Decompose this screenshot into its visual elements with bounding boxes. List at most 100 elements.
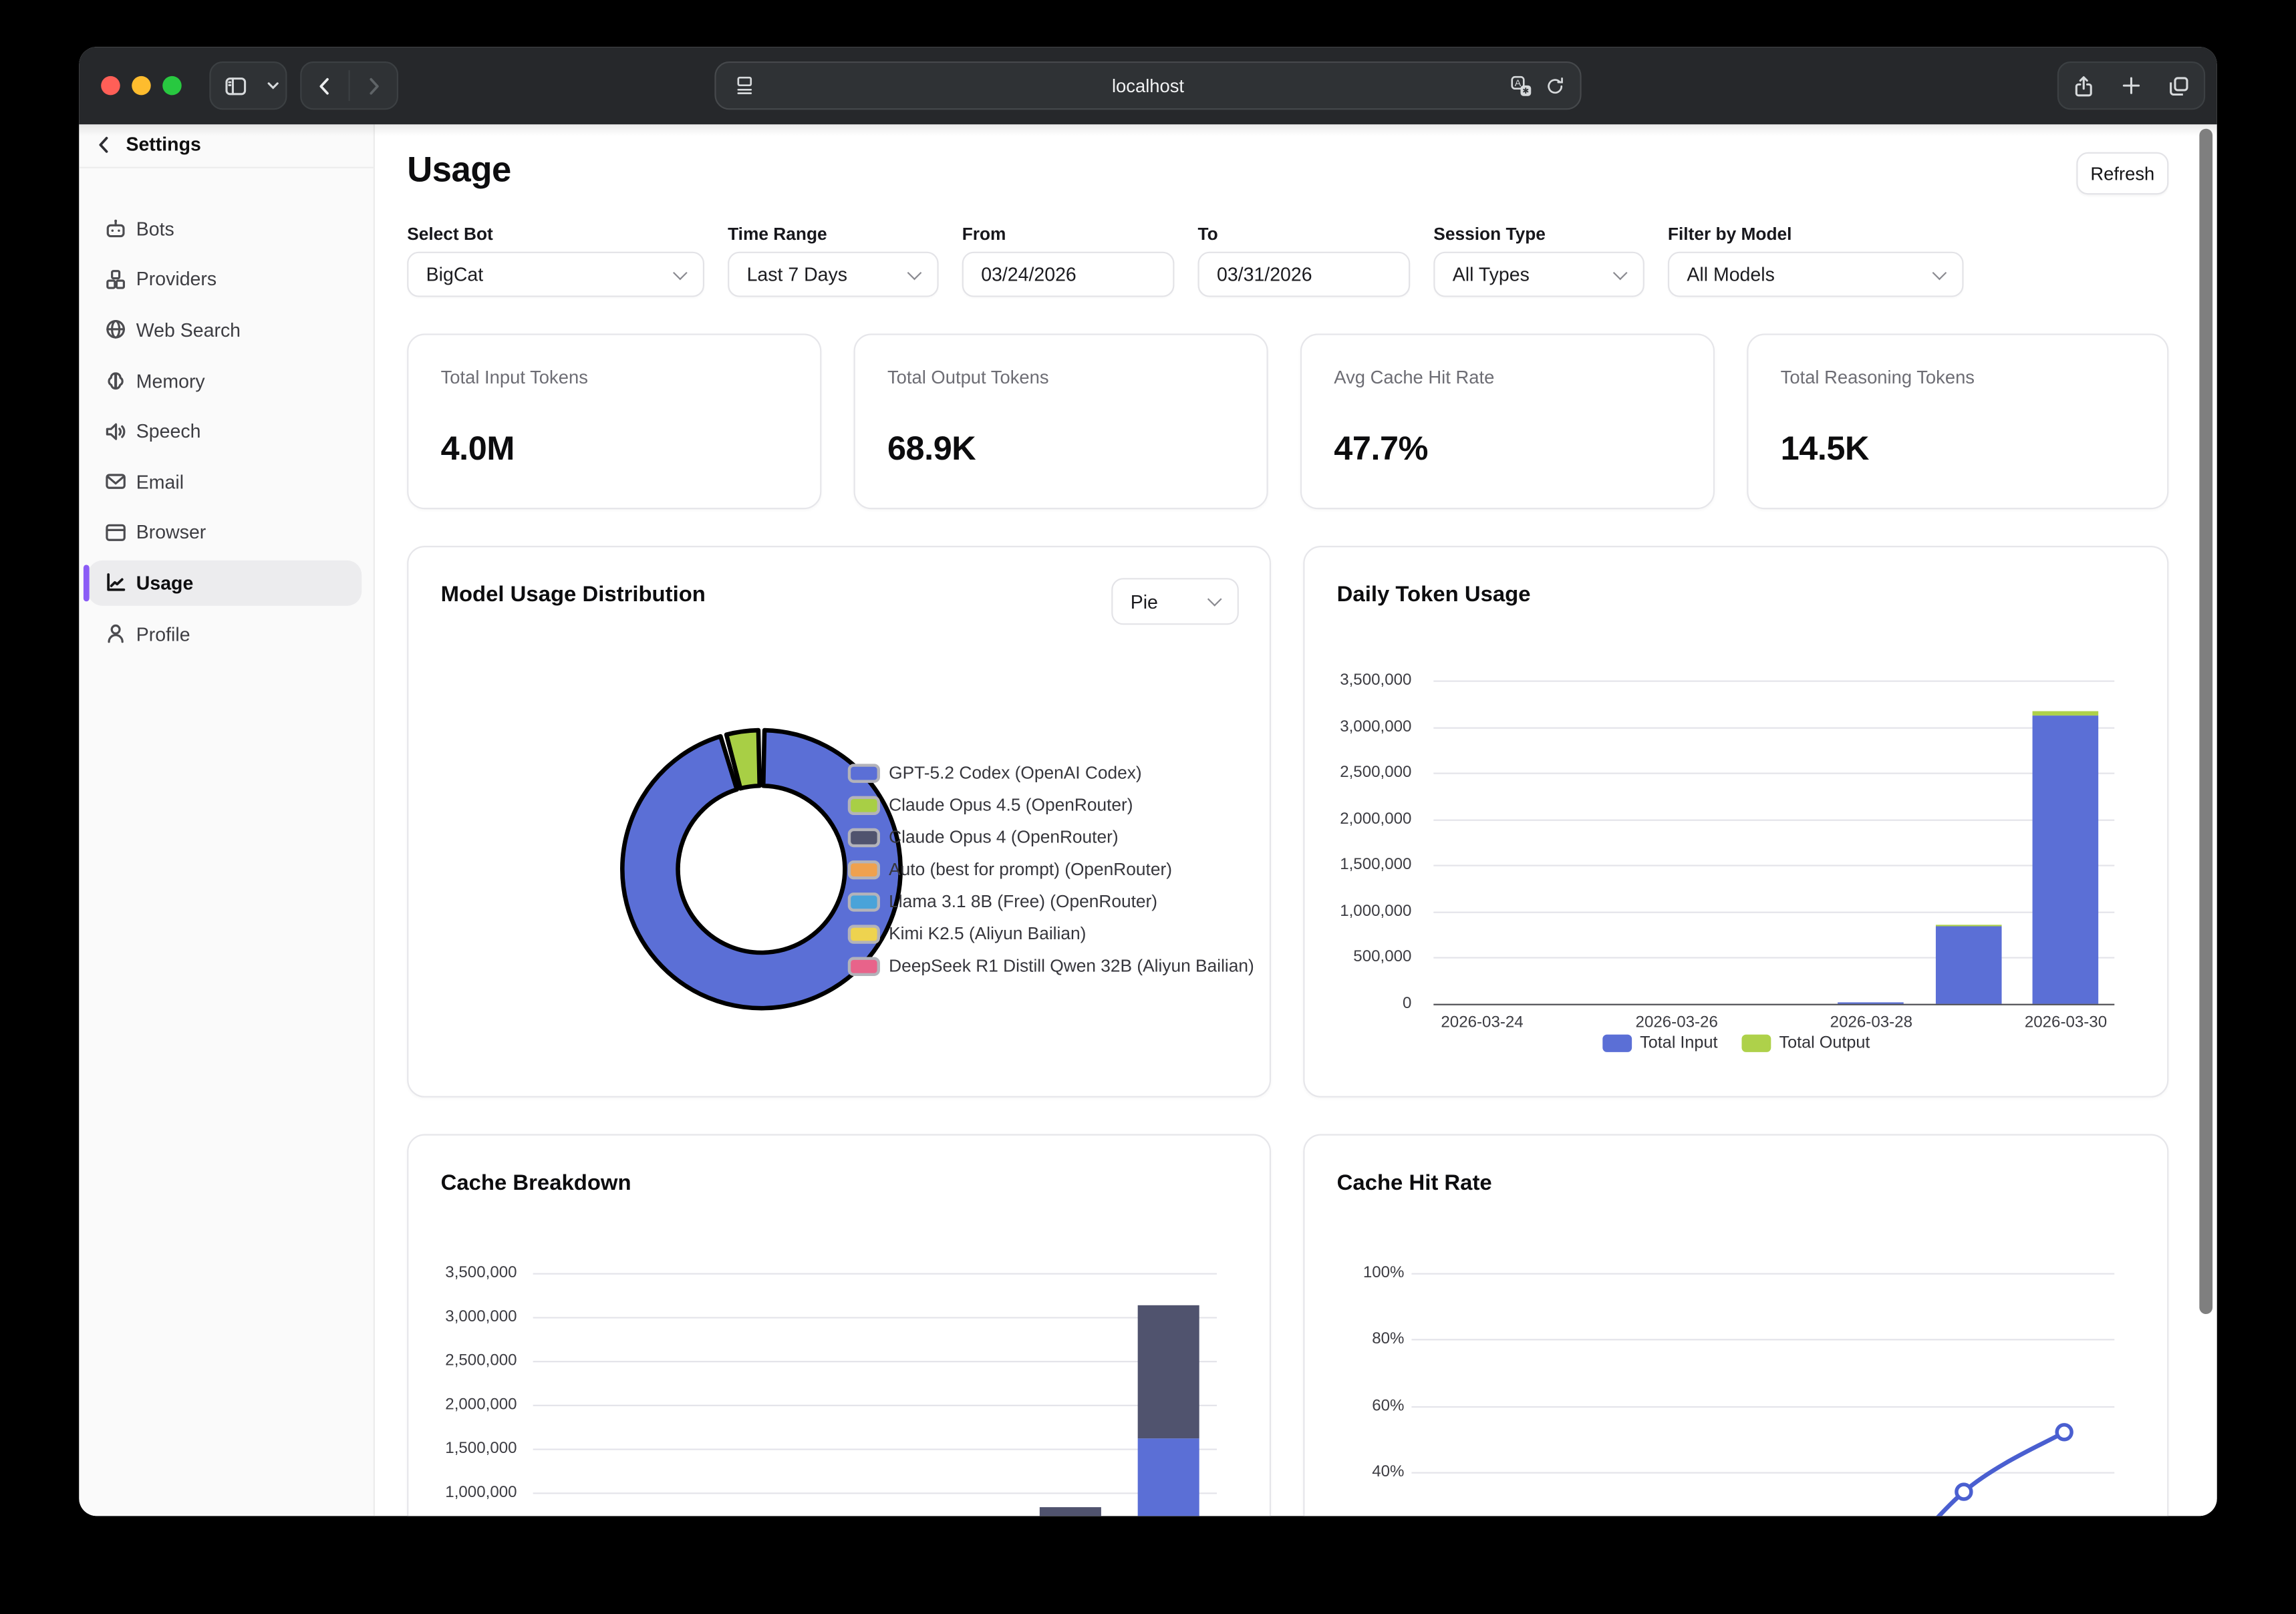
translate-button[interactable]: A ✱ [1503,63,1539,108]
stat-label: Total Reasoning Tokens [1781,367,1975,388]
y-tick-label: 40% [1304,1463,1404,1480]
filter-label: To [1198,224,1411,245]
to-input[interactable]: 03/31/2026 [1198,252,1411,297]
share-icon [2072,74,2096,98]
legend-item-total-output[interactable]: Total Output [1741,1035,1870,1052]
chart-type-value: Pie [1131,591,1158,613]
filter-value: 03/24/2026 [981,263,1077,285]
pie-legend-item-6[interactable]: DeepSeek R1 Distill Qwen 32B (Aliyun Bai… [848,955,1254,976]
y-tick-label: 2,000,000 [1304,810,1411,828]
stat-card-total-reasoning-tokens: Total Reasoning Tokens14.5K [1747,333,2168,509]
sidebar-item-browser[interactable]: Browser [79,507,373,558]
sidebar-item-label: Bots [136,218,174,240]
chart-legend: Total Input Total Output [1602,1035,1870,1052]
data-point-marker [1957,1484,1971,1499]
url-text: localhost [716,63,1580,108]
chart-title: Model Usage Distribution [441,583,706,607]
legend-item-total-input[interactable]: Total Input [1602,1035,1717,1052]
back-button[interactable] [301,63,348,108]
filter-to: To 03/31/2026 [1198,224,1411,297]
y-tick-label: 2,500,000 [1304,764,1411,782]
bots-icon [104,217,128,240]
filter-value: 03/31/2026 [1217,263,1312,285]
forward-button[interactable] [350,63,397,108]
sidebar-item-web-search[interactable]: Web Search [79,305,373,355]
legend-swatch [848,924,880,943]
chevron-down-icon [673,265,688,280]
y-tick-label: 3,000,000 [1304,718,1411,736]
sidebar-item-label: Providers [136,269,217,291]
select-bot-dropdown[interactable]: BigCat [407,252,704,297]
sidebar-item-email[interactable]: Email [79,456,373,507]
from-input[interactable]: 03/24/2026 [962,252,1175,297]
bar-total-input-2026-03-30 [2033,715,2099,1003]
tab-overview-button[interactable] [2156,63,2200,108]
scrollbar-thumb[interactable] [2199,129,2212,1314]
chevron-left-icon[interactable] [95,135,112,156]
usage-icon-wrap [104,571,128,595]
pie-legend-item-5[interactable]: Kimi K2.5 (Aliyun Bailian) [848,923,1087,944]
pie-legend-item-0[interactable]: GPT-5.2 Codex (OpenAI Codex) [848,762,1142,783]
chevron-down-icon [1207,592,1222,607]
sidebar-divider [79,167,373,168]
browser-icon-wrap [104,520,128,544]
refresh-button[interactable]: Refresh [2076,152,2168,195]
chevron-down-icon [266,80,279,90]
sidebar-title: Settings [126,133,200,155]
chevron-down-icon [1613,265,1628,280]
filter-by-model-dropdown[interactable]: All Models [1668,252,1964,297]
nav-buttons-group [300,61,398,110]
pie-legend-item-4[interactable]: Llama 3.1 8B (Free) (OpenRouter) [848,891,1157,912]
sidebar-item-bots[interactable]: Bots [79,203,373,254]
chart-type-dropdown[interactable]: Pie [1111,578,1239,625]
tab-overview-icon [2167,74,2190,98]
sidebar-item-label: Email [136,471,184,493]
y-tick-label: 0 [1304,995,1411,1012]
sidebar-toggle-button[interactable] [211,63,259,108]
email-icon [104,470,128,494]
legend-label: Total Input [1640,1035,1717,1052]
providers-icon-wrap [104,268,128,291]
legend-label: Total Output [1779,1035,1870,1052]
gridline [1433,865,2114,866]
usage-page: Usage Refresh Select BotBigCatTime Range… [375,124,2217,1516]
stat-label: Avg Cache Hit Rate [1334,367,1494,388]
legend-swatch [848,828,880,846]
chevron-down-icon [907,265,922,280]
sidebar-chevron-button[interactable] [259,63,285,108]
sidebar-header[interactable]: Settings [79,124,373,167]
bar-unlabeled-blue-2026-03-30 [1137,1438,1199,1516]
y-tick-label: 1,000,000 [408,1484,517,1501]
cache-hit-rate-card: Cache Hit Rate100%80%60%40%20%0% [1303,1134,2168,1516]
filter-label: Select Bot [407,224,704,245]
address-bar[interactable]: localhost A ✱ [714,61,1581,110]
new-tab-button[interactable] [2110,63,2154,108]
sidebar-item-label: Browser [136,522,206,544]
session-type-dropdown[interactable]: All Types [1433,252,1644,297]
sidebar-item-speech[interactable]: Speech [79,406,373,457]
share-button[interactable] [2062,63,2106,108]
sidebar-item-usage[interactable]: Usage [79,558,373,609]
gridline [533,1317,1217,1318]
stat-label: Total Output Tokens [887,367,1049,388]
active-accent-bar [84,564,89,601]
active-item-pill [88,560,362,605]
close-window-button[interactable] [100,76,119,95]
time-range-dropdown[interactable]: Last 7 Days [728,252,939,297]
browser-window: localhost A ✱ [79,47,2216,1516]
legend-swatch [848,892,880,911]
web-search-icon [104,318,128,341]
minimize-window-button[interactable] [131,76,150,95]
sidebar-item-profile[interactable]: Profile [79,609,373,659]
sidebar-item-providers[interactable]: Providers [79,254,373,305]
pie-legend-item-1[interactable]: Claude Opus 4.5 (OpenRouter) [848,794,1133,815]
chevron-left-icon [315,75,335,96]
pie-legend-item-3[interactable]: Auto (best for prompt) (OpenRouter) [848,859,1172,880]
pie-legend-item-2[interactable]: Claude Opus 4 (OpenRouter) [848,827,1119,848]
legend-label: Auto (best for prompt) (OpenRouter) [889,859,1172,880]
reload-button[interactable] [1538,63,1573,108]
sidebar-item-memory[interactable]: Memory [79,355,373,406]
x-tick-label: 2026-03-30 [2007,1014,2124,1031]
gridline [533,1405,1217,1406]
zoom-window-button[interactable] [162,76,180,95]
